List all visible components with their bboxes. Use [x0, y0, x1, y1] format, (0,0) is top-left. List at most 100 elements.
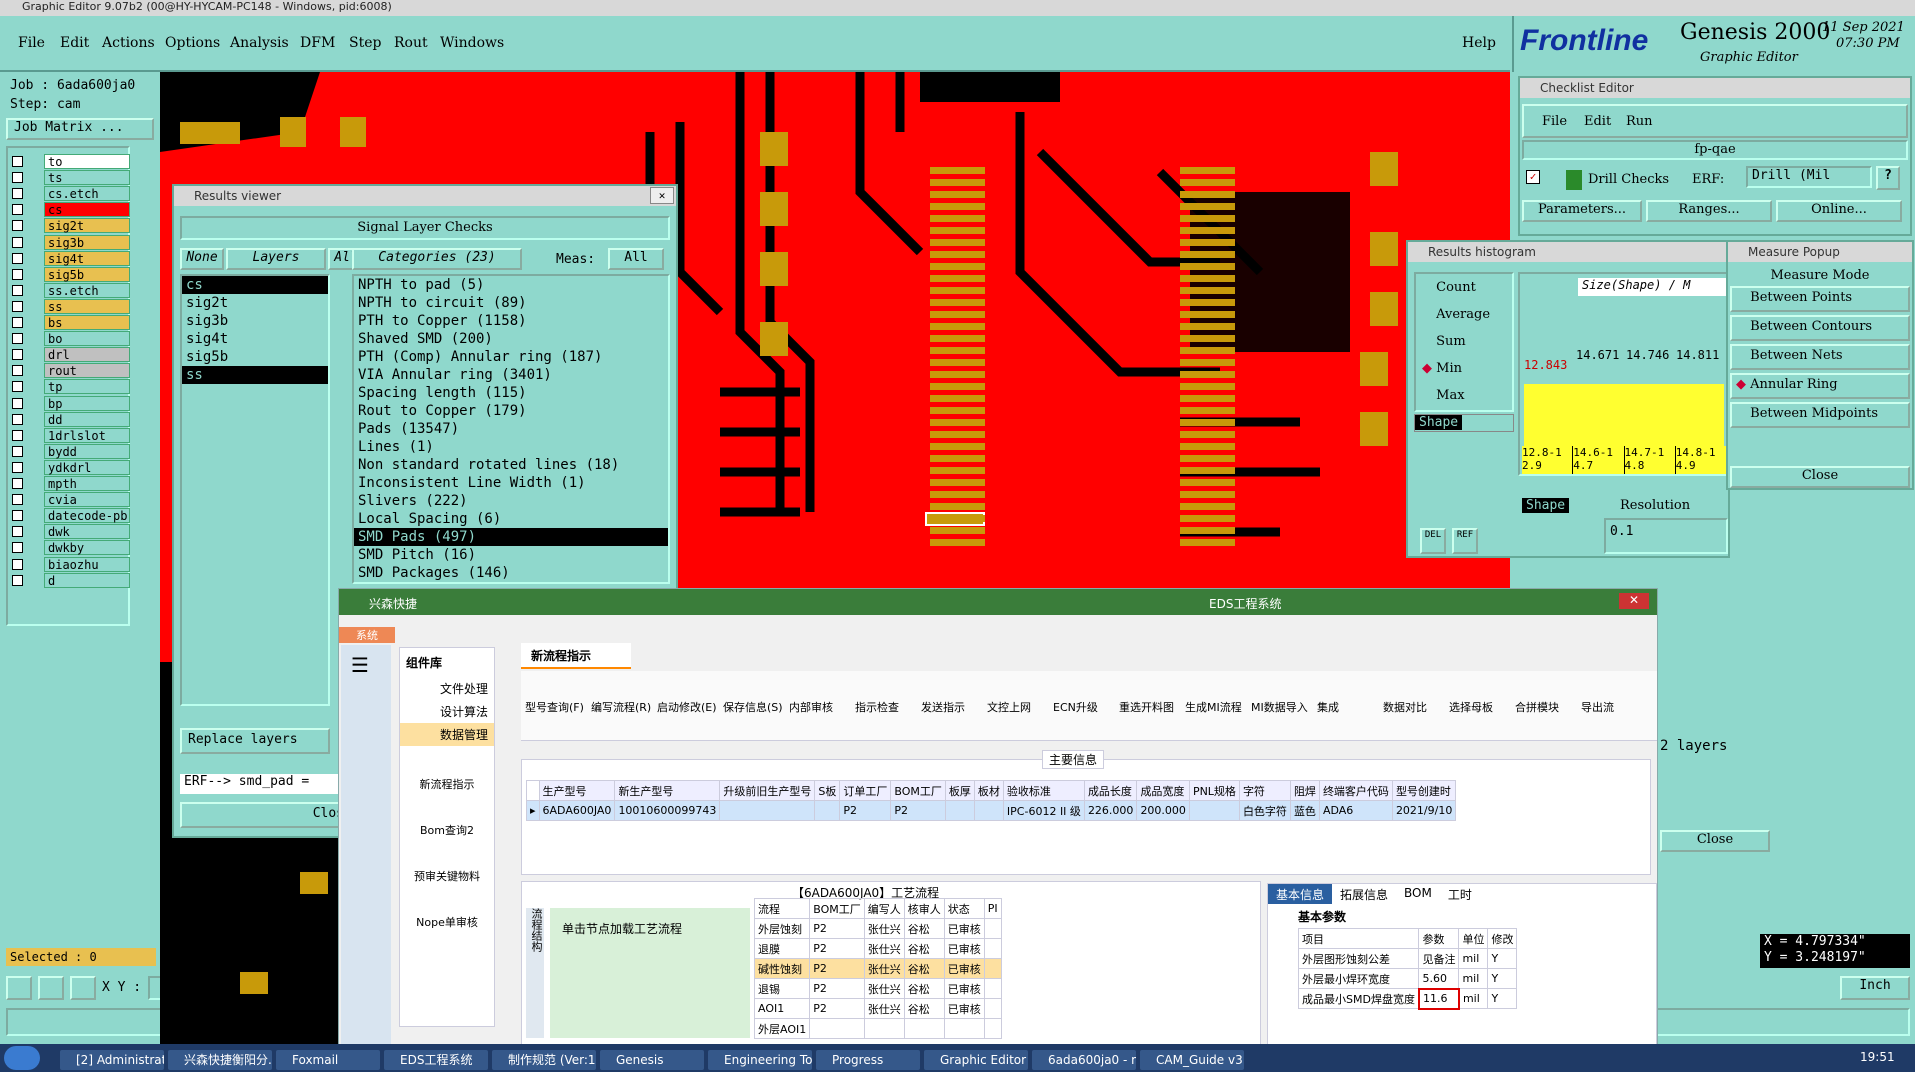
layer-checkbox[interactable]: [12, 397, 23, 409]
layer-name[interactable]: tp: [44, 379, 130, 395]
layer-name[interactable]: 1drlslot: [44, 427, 130, 443]
layer-name[interactable]: ts: [44, 170, 130, 186]
result-layer-item[interactable]: cs: [182, 276, 328, 294]
histogram-option[interactable]: ◆ Min: [1416, 355, 1512, 382]
result-category-item[interactable]: PTH (Comp) Annular ring (187): [354, 348, 668, 366]
param-row[interactable]: 外层最小焊环宽度 5.60 mil Y: [1297, 968, 1518, 989]
layer-name[interactable]: drl: [44, 347, 130, 363]
toolbar-button[interactable]: 保存信息(S): [723, 699, 783, 715]
layer-row[interactable]: datecode-pb: [12, 508, 130, 524]
layer-name[interactable]: sig4t: [44, 250, 130, 266]
layer-checkbox[interactable]: [12, 445, 23, 457]
toolbar-button[interactable]: 生成MI流程: [1185, 699, 1242, 715]
taskbar-item[interactable]: Progress: [816, 1050, 920, 1070]
tab-system[interactable]: 系统: [339, 627, 395, 643]
result-category-item[interactable]: VIA Annular ring (3401): [354, 366, 668, 384]
info-tab[interactable]: 基本信息: [1268, 884, 1333, 904]
toolbar-button[interactable]: 导出流: [1581, 699, 1614, 715]
result-layer-item[interactable]: sig5b: [182, 348, 328, 366]
categories-button[interactable]: Categories (23): [352, 248, 522, 270]
toolbar-button[interactable]: 合拼模块: [1515, 699, 1559, 715]
results-category-list[interactable]: NPTH to pad (5) NPTH to circuit (89) PTH t…: [352, 274, 670, 584]
measure-mode-item[interactable]: ◆ Between Midpoints: [1730, 402, 1910, 428]
result-category-item[interactable]: Non standard rotated lines (18): [354, 456, 668, 474]
histogram-option[interactable]: ◆ Sum: [1416, 328, 1512, 355]
layer-checkbox[interactable]: [12, 558, 23, 570]
layer-row[interactable]: sig3b: [12, 234, 130, 251]
histogram-close-button[interactable]: Close: [1660, 830, 1770, 852]
table-row[interactable]: ▸ 6ADA600JA0 10010600099743 P2 P2 IPC-6012 II…: [526, 800, 1457, 821]
job-matrix-button[interactable]: Job Matrix ...: [6, 118, 154, 140]
toolbar-button[interactable]: 数据对比: [1383, 699, 1427, 715]
taskbar-item[interactable]: EDS工程系统: [384, 1050, 488, 1070]
layer-checkbox[interactable]: [12, 349, 23, 361]
layer-row[interactable]: ts: [12, 170, 130, 186]
result-category-item[interactable]: SMD Packages (146): [354, 564, 668, 582]
close-icon[interactable]: ✕: [650, 187, 674, 204]
checkbox[interactable]: ✓: [1526, 170, 1540, 184]
toolbar-button[interactable]: 启动修改(E): [657, 699, 717, 715]
taskbar-item[interactable]: 6ada600ja0 - m...: [1032, 1050, 1136, 1070]
layer-checkbox[interactable]: [12, 461, 23, 473]
layer-name[interactable]: datecode-pb: [44, 508, 130, 524]
layer-checkbox[interactable]: [12, 526, 23, 538]
layer-row[interactable]: bp: [12, 395, 130, 412]
layer-checkbox[interactable]: [12, 204, 23, 216]
parameters-button[interactable]: Parameters...: [1522, 200, 1642, 222]
measure-mode-item[interactable]: ◆ Between Nets: [1730, 344, 1910, 370]
layer-checkbox[interactable]: [12, 365, 23, 377]
taskbar-item[interactable]: 兴森快捷衡阳分...: [168, 1050, 272, 1070]
layer-row[interactable]: biaozhu: [12, 556, 130, 573]
layer-row[interactable]: mpth: [12, 476, 130, 492]
none-button[interactable]: None: [180, 248, 224, 270]
result-layer-item[interactable]: sig4t: [182, 330, 328, 348]
layer-row[interactable]: tp: [12, 379, 130, 395]
layer-name[interactable]: dwkby: [44, 540, 130, 556]
layer-row[interactable]: ydkdrl: [12, 459, 130, 476]
menu-windows[interactable]: Windows: [440, 35, 504, 51]
erf-select[interactable]: Drill (Mil: [1746, 166, 1872, 188]
resolution-field[interactable]: 0.1: [1604, 518, 1728, 554]
menu-edit[interactable]: Edit: [60, 35, 89, 51]
layer-checkbox[interactable]: [12, 429, 23, 441]
side-icon-item[interactable]: 预审关键物料: [400, 868, 494, 884]
layer-name[interactable]: bo: [44, 331, 130, 347]
menu-file[interactable]: File: [18, 35, 45, 51]
table-cell[interactable]: 见备注: [1418, 948, 1460, 969]
taskbar-item[interactable]: CAM_Guide v3....: [1140, 1050, 1244, 1070]
layer-checkbox[interactable]: [12, 478, 23, 489]
start-button[interactable]: [4, 1046, 40, 1070]
layer-name[interactable]: bp: [44, 395, 130, 411]
layer-row[interactable]: dwkby: [12, 540, 130, 556]
layer-checkbox[interactable]: [12, 542, 23, 554]
layer-checkbox[interactable]: [12, 268, 23, 280]
layer-name[interactable]: biaozhu: [44, 556, 130, 572]
results-close-button[interactable]: Clos: [180, 802, 350, 828]
taskbar-item[interactable]: [2] Administrat...: [60, 1050, 164, 1070]
flow-row[interactable]: 外层蚀刻 P2 张仕兴 谷松 已审核: [753, 918, 1002, 939]
result-category-item[interactable]: Pads (13547): [354, 420, 668, 438]
param-row[interactable]: 成品最小SMD焊盘宽度 11.6 mil Y: [1297, 987, 1518, 1010]
layer-checkbox[interactable]: [12, 236, 23, 248]
result-category-item[interactable]: Lines (1): [354, 438, 668, 456]
layer-row[interactable]: bo: [12, 331, 130, 347]
eds-close-icon[interactable]: ✕: [1619, 593, 1649, 609]
result-category-item[interactable]: Shaved SMD (200): [354, 330, 668, 348]
info-tab[interactable]: 工时: [1440, 884, 1480, 904]
replace-layers-button[interactable]: Replace layers: [180, 728, 330, 754]
layer-checkbox[interactable]: [12, 333, 23, 345]
menu-step[interactable]: Step: [349, 35, 381, 51]
checklist-file[interactable]: File: [1542, 114, 1567, 129]
toolbar-button[interactable]: 内部审核: [789, 699, 833, 715]
side-icon-item[interactable]: Nope单审核: [400, 914, 494, 930]
layer-checkbox[interactable]: [12, 220, 23, 232]
taskbar-item[interactable]: Genesis: [600, 1050, 704, 1070]
layers-button[interactable]: Layers: [226, 248, 326, 270]
taskbar-item[interactable]: Engineering To...: [708, 1050, 812, 1070]
menu-options[interactable]: Options: [165, 35, 220, 51]
toolbar-button[interactable]: 选择母板: [1449, 699, 1493, 715]
side-icon-item[interactable]: 新流程指示: [400, 776, 494, 792]
layer-name[interactable]: cs: [44, 202, 130, 218]
result-layer-item[interactable]: sig2t: [182, 294, 328, 312]
layer-row[interactable]: bs: [12, 315, 130, 331]
